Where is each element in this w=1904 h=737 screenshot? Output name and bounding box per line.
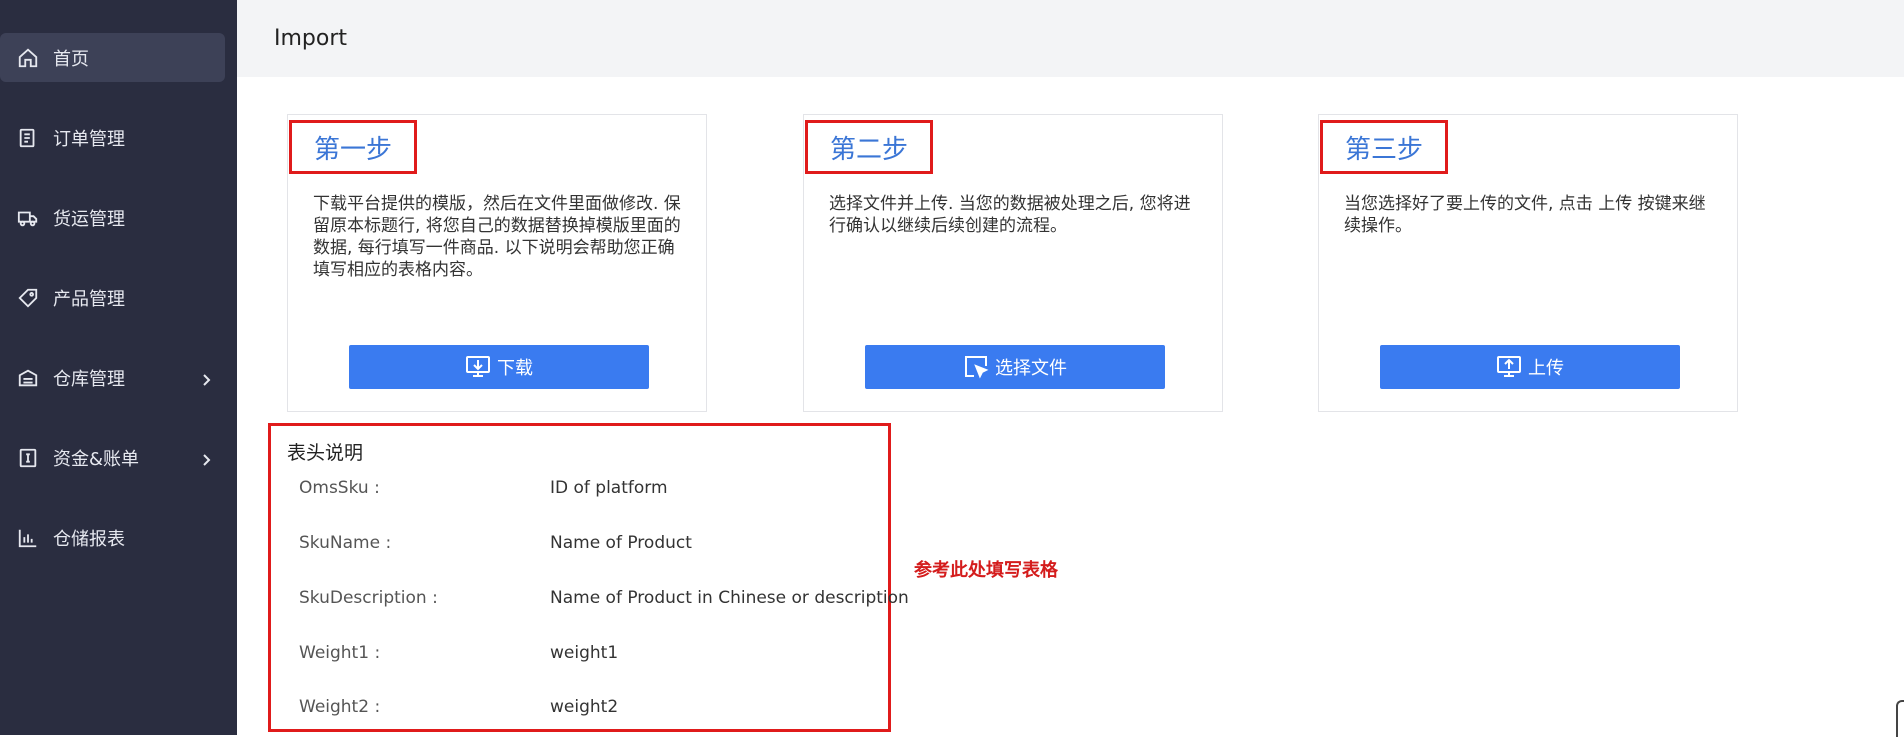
- sidebar-item-label: 资金&账单: [53, 448, 140, 470]
- sidebar-item-label: 货运管理: [53, 208, 125, 230]
- sidebar-item-label: 订单管理: [53, 128, 125, 150]
- upload-button[interactable]: 上传: [1380, 345, 1680, 389]
- button-label: 选择文件: [995, 358, 1067, 378]
- sidebar-item-label: 仓库管理: [53, 368, 125, 390]
- sidebar-item-products[interactable]: 产品管理: [0, 273, 225, 322]
- upload-icon: [1496, 354, 1522, 380]
- field-key: SkuName :: [299, 533, 392, 553]
- step-title: 第二步: [805, 120, 934, 174]
- fields-highlight-box: [268, 423, 891, 732]
- step-description: 选择文件并上传. 当您的数据被处理之后, 您将进行确认以继续后续创建的流程。: [829, 194, 1191, 236]
- step-description: 下载平台提供的模版，然后在文件里面做修改. 保留原本标题行, 将您自己的数据替换…: [313, 194, 681, 280]
- sidebar: 首页 订单管理 货运管理 产品管理 仓库管理 资金&账单 仓储报表: [0, 0, 237, 735]
- step-card-1: 第一步 下载平台提供的模版，然后在文件里面做修改. 保留原本标题行, 将您自己的…: [287, 114, 707, 412]
- sidebar-item-orders[interactable]: 订单管理: [0, 113, 225, 162]
- field-value: weight2: [550, 697, 619, 717]
- step-card-2: 第二步 选择文件并上传. 当您的数据被处理之后, 您将进行确认以继续后续创建的流…: [803, 114, 1223, 412]
- field-row: Weight1 : weight1: [299, 643, 899, 667]
- field-row: OmsSku : ID of platform: [299, 478, 899, 502]
- reference-note: 参考此处填写表格: [914, 560, 1058, 581]
- field-value: Name of Product: [550, 533, 692, 553]
- field-value: Name of Product in Chinese or descriptio…: [550, 588, 909, 608]
- step-card-3: 第三步 当您选择好了要上传的文件, 点击 上传 按键来继续操作。 上传: [1318, 114, 1738, 412]
- sidebar-item-label: 仓储报表: [53, 528, 125, 550]
- fields-title: 表头说明: [287, 442, 364, 464]
- chevron-right-icon: [199, 451, 213, 466]
- field-key: OmsSku :: [299, 478, 380, 498]
- sidebar-item-shipping[interactable]: 货运管理: [0, 193, 225, 242]
- field-key: Weight2 :: [299, 697, 381, 717]
- field-key: SkuDescription :: [299, 588, 438, 608]
- tag-icon: [17, 287, 39, 309]
- field-row: SkuName : Name of Product: [299, 533, 899, 557]
- field-value: ID of platform: [550, 478, 668, 498]
- select-file-icon: [963, 354, 989, 380]
- select-file-button[interactable]: 选择文件: [865, 345, 1165, 389]
- truck-icon: [17, 207, 39, 229]
- sidebar-item-finance[interactable]: 资金&账单: [0, 433, 225, 482]
- order-icon: [17, 127, 39, 149]
- warehouse-icon: [17, 367, 39, 389]
- scroll-corner: [1896, 700, 1904, 737]
- field-row: SkuDescription : Name of Product in Chin…: [299, 588, 909, 612]
- page-title: Import: [274, 26, 348, 51]
- button-label: 下载: [497, 358, 533, 378]
- download-icon: [465, 354, 491, 380]
- step-description: 当您选择好了要上传的文件, 点击 上传 按键来继续操作。: [1344, 194, 1706, 236]
- sidebar-item-warehouse[interactable]: 仓库管理: [0, 353, 225, 402]
- field-key: Weight1 :: [299, 643, 381, 663]
- field-value: weight1: [550, 643, 619, 663]
- field-row: Weight2 : weight2: [299, 697, 899, 721]
- button-label: 上传: [1528, 358, 1564, 378]
- sidebar-item-label: 产品管理: [53, 288, 125, 310]
- page-header: Import: [237, 0, 1904, 77]
- chevron-right-icon: [199, 371, 213, 386]
- sidebar-item-reports[interactable]: 仓储报表: [0, 513, 225, 562]
- download-button[interactable]: 下载: [349, 345, 649, 389]
- chart-icon: [17, 527, 39, 549]
- bill-icon: [17, 447, 39, 469]
- home-icon: [17, 47, 39, 69]
- step-title: 第一步: [289, 120, 418, 174]
- sidebar-item-label: 首页: [53, 48, 89, 70]
- sidebar-item-home[interactable]: 首页: [0, 33, 225, 82]
- step-title: 第三步: [1320, 120, 1449, 174]
